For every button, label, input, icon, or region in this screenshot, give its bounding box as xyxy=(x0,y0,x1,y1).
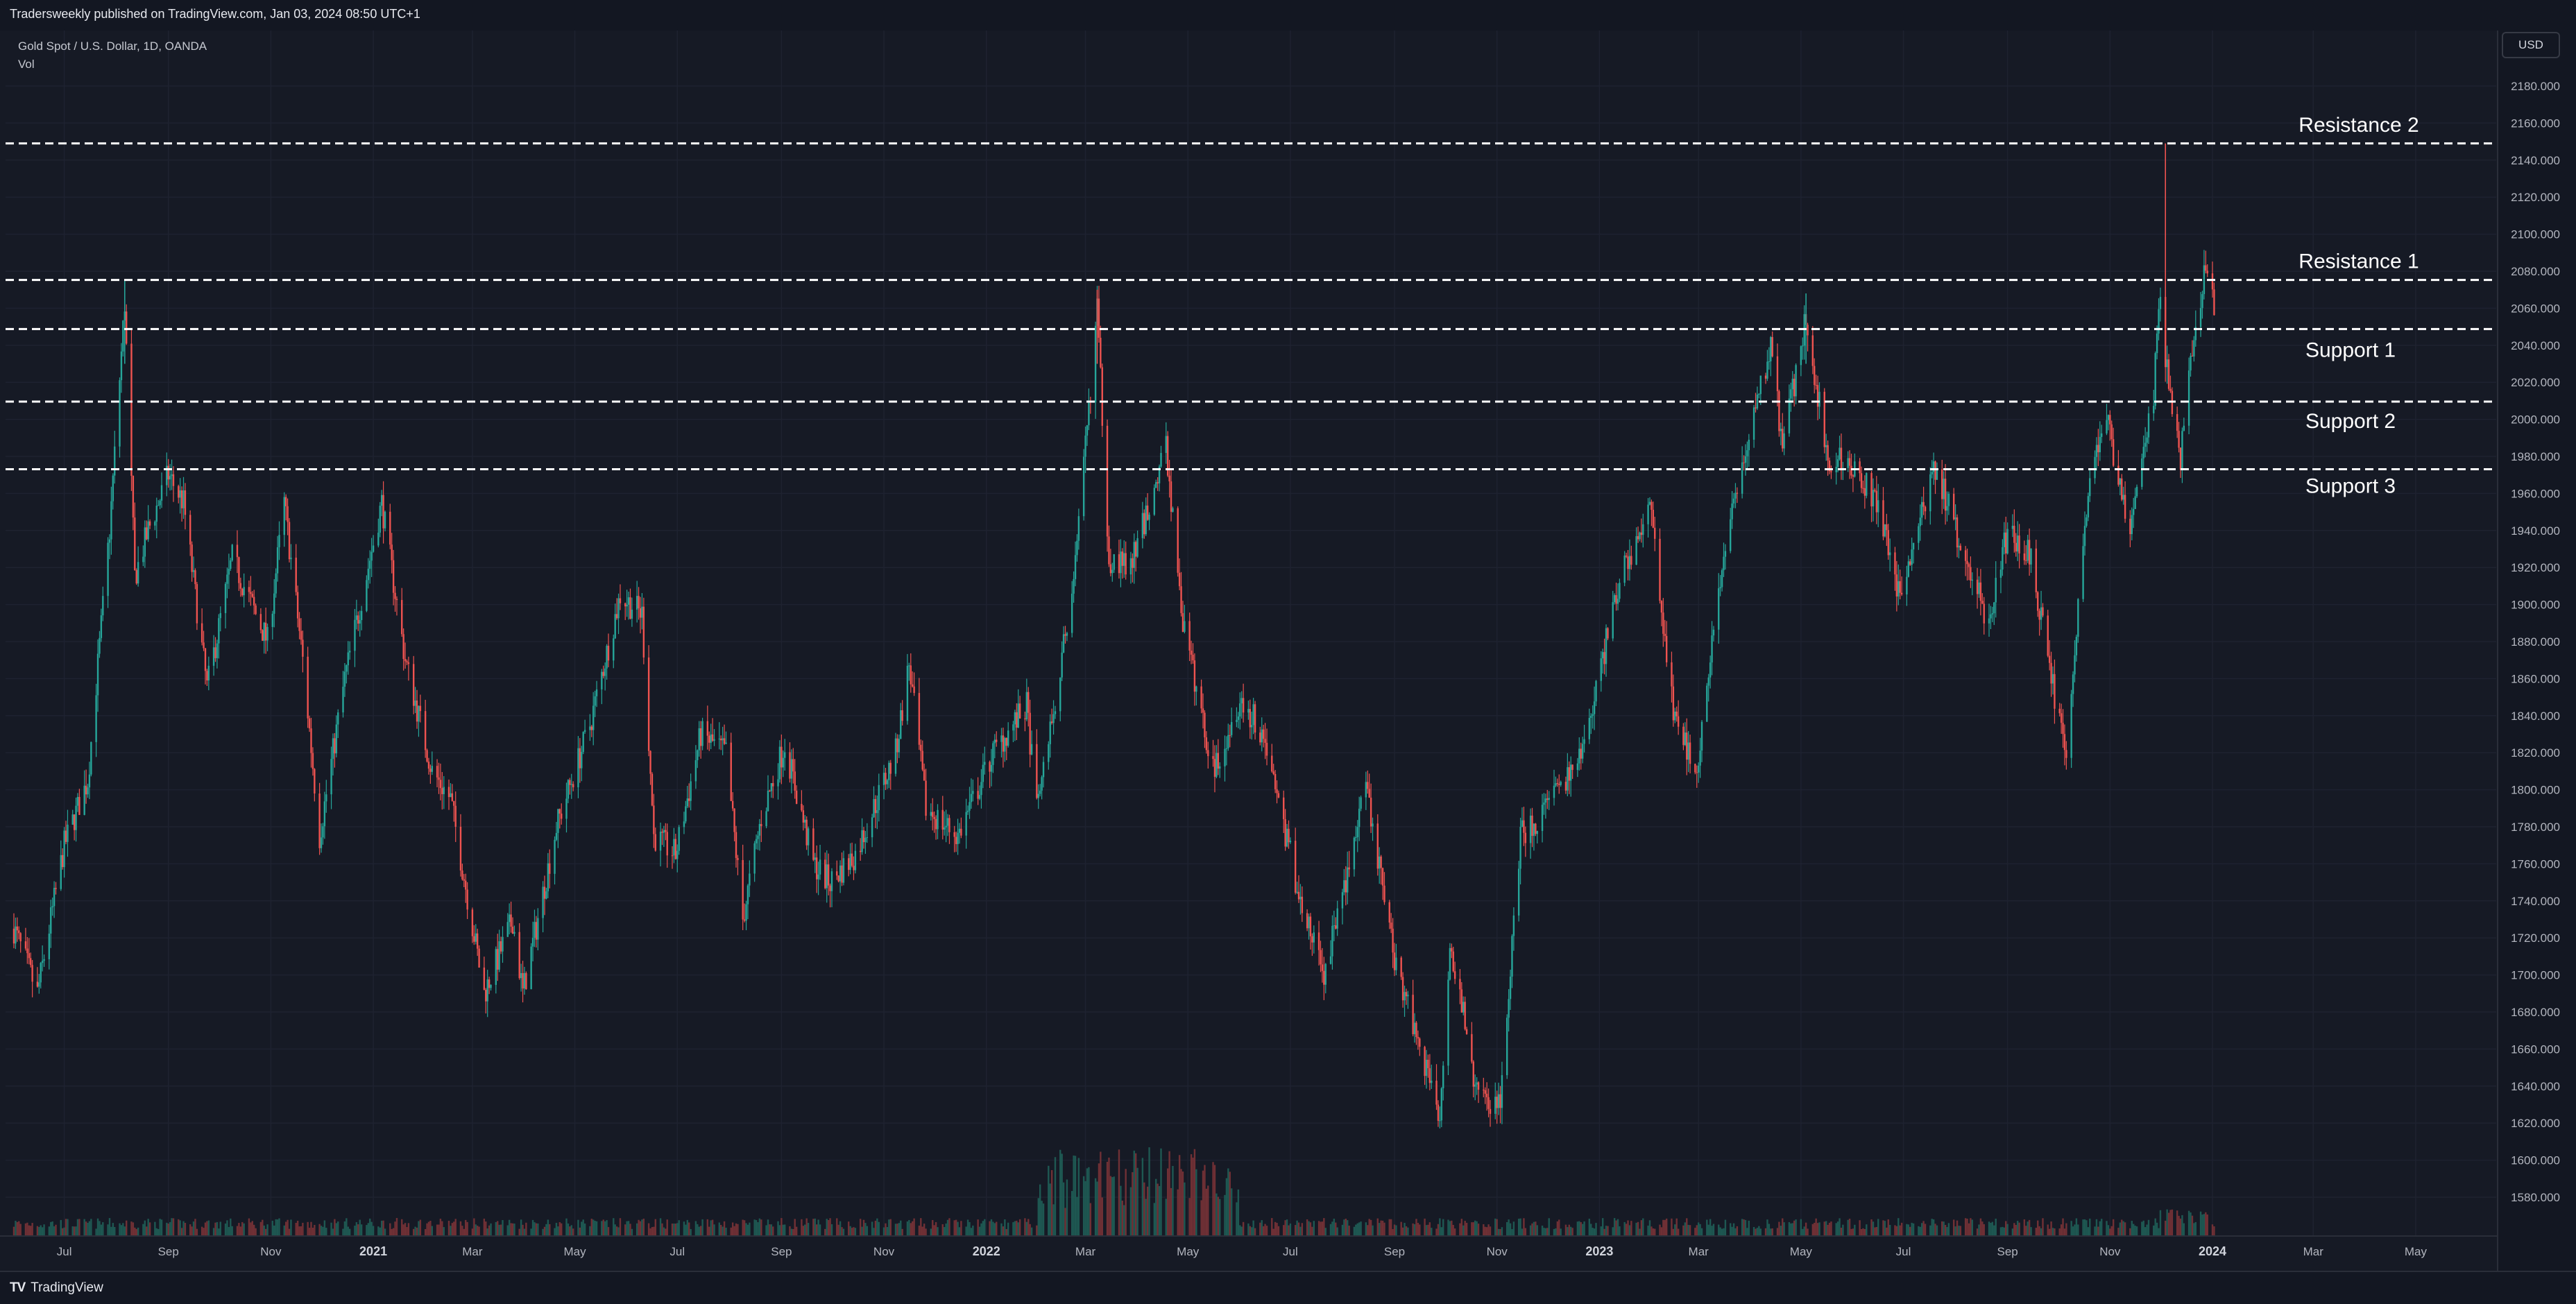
y-tick-label: 1800.000 xyxy=(2511,784,2560,797)
y-tick-label: 1580.000 xyxy=(2511,1191,2560,1204)
y-tick-label: 1720.000 xyxy=(2511,932,2560,945)
y-tick-label: 1960.000 xyxy=(2511,487,2560,500)
y-tick-label: 1920.000 xyxy=(2511,561,2560,574)
symbol-label: Gold Spot / U.S. Dollar, 1D, OANDA xyxy=(18,40,207,53)
price-axis: 2180.000 2160.000 2140.000 2120.000 2100.000… xyxy=(2497,31,2576,1271)
y-tick-label: 1700.000 xyxy=(2511,969,2560,982)
y-tick-label: 1740.000 xyxy=(2511,895,2560,908)
brand-label: TradingView xyxy=(31,1280,103,1295)
level-price-tag xyxy=(2499,461,2561,477)
level-price-tag xyxy=(2499,394,2561,410)
y-tick-label: 1900.000 xyxy=(2511,599,2560,612)
chart-area[interactable] xyxy=(0,31,2498,1271)
chart-legend: Gold Spot / U.S. Dollar, 1D, OANDA Vol xyxy=(18,37,207,74)
y-tick-label: 1980.000 xyxy=(2511,450,2560,463)
level-price-tag-label: 2148.990 xyxy=(2507,139,2554,151)
y-tick-label: 1640.000 xyxy=(2511,1080,2560,1093)
y-tick-label: 2020.000 xyxy=(2511,376,2560,389)
footer: TV TradingView xyxy=(0,1271,2576,1304)
y-tick-label: 1940.000 xyxy=(2511,524,2560,538)
level-price-tag xyxy=(2499,272,2561,288)
y-tick-label: 2180.000 xyxy=(2511,80,2560,93)
y-tick-label: 1840.000 xyxy=(2511,710,2560,723)
level-price-tag-label: 2048.770 xyxy=(2507,324,2554,336)
level-price-tag-label: 2009.565 xyxy=(2507,397,2554,409)
y-tick-label: 1860.000 xyxy=(2511,672,2560,685)
top-bar: Tradersweekly published on TradingView.c… xyxy=(0,0,2576,32)
publish-info: Tradersweekly published on TradingView.c… xyxy=(10,7,420,21)
price-axis-panel xyxy=(2498,31,2576,1271)
y-tick-label: 1780.000 xyxy=(2511,821,2560,834)
level-price-tag xyxy=(2499,135,2561,151)
level-price-tag-label: 2075.282 xyxy=(2507,275,2554,287)
y-tick-label: 1820.000 xyxy=(2511,746,2560,760)
currency-button[interactable]: USD xyxy=(2502,32,2560,58)
y-tick-label: 2040.000 xyxy=(2511,339,2560,352)
y-tick-label: 1600.000 xyxy=(2511,1154,2560,1167)
y-tick-label: 1680.000 xyxy=(2511,1006,2560,1019)
level-price-tag xyxy=(2499,321,2561,337)
y-tick-label: 2100.000 xyxy=(2511,228,2560,241)
volume-indicator-label[interactable]: Vol xyxy=(18,55,207,74)
y-tick-label: 1880.000 xyxy=(2511,635,2560,649)
y-tick-label: 1760.000 xyxy=(2511,857,2560,870)
tradingview-logo-icon: TV xyxy=(10,1280,26,1295)
y-tick-label: 1620.000 xyxy=(2511,1117,2560,1130)
y-tick-label: 2160.000 xyxy=(2511,117,2560,130)
y-tick-label: 1660.000 xyxy=(2511,1043,2560,1056)
y-tick-label: 2060.000 xyxy=(2511,302,2560,315)
y-tick-label: 2120.000 xyxy=(2511,191,2560,204)
y-tick-label: 2080.000 xyxy=(2511,265,2560,278)
level-price-tag-label: 1973.090 xyxy=(2507,464,2554,476)
tradingview-brand[interactable]: TV TradingView xyxy=(10,1280,103,1296)
y-tick-label: 2140.000 xyxy=(2511,154,2560,167)
y-tick-label: 2000.000 xyxy=(2511,413,2560,427)
